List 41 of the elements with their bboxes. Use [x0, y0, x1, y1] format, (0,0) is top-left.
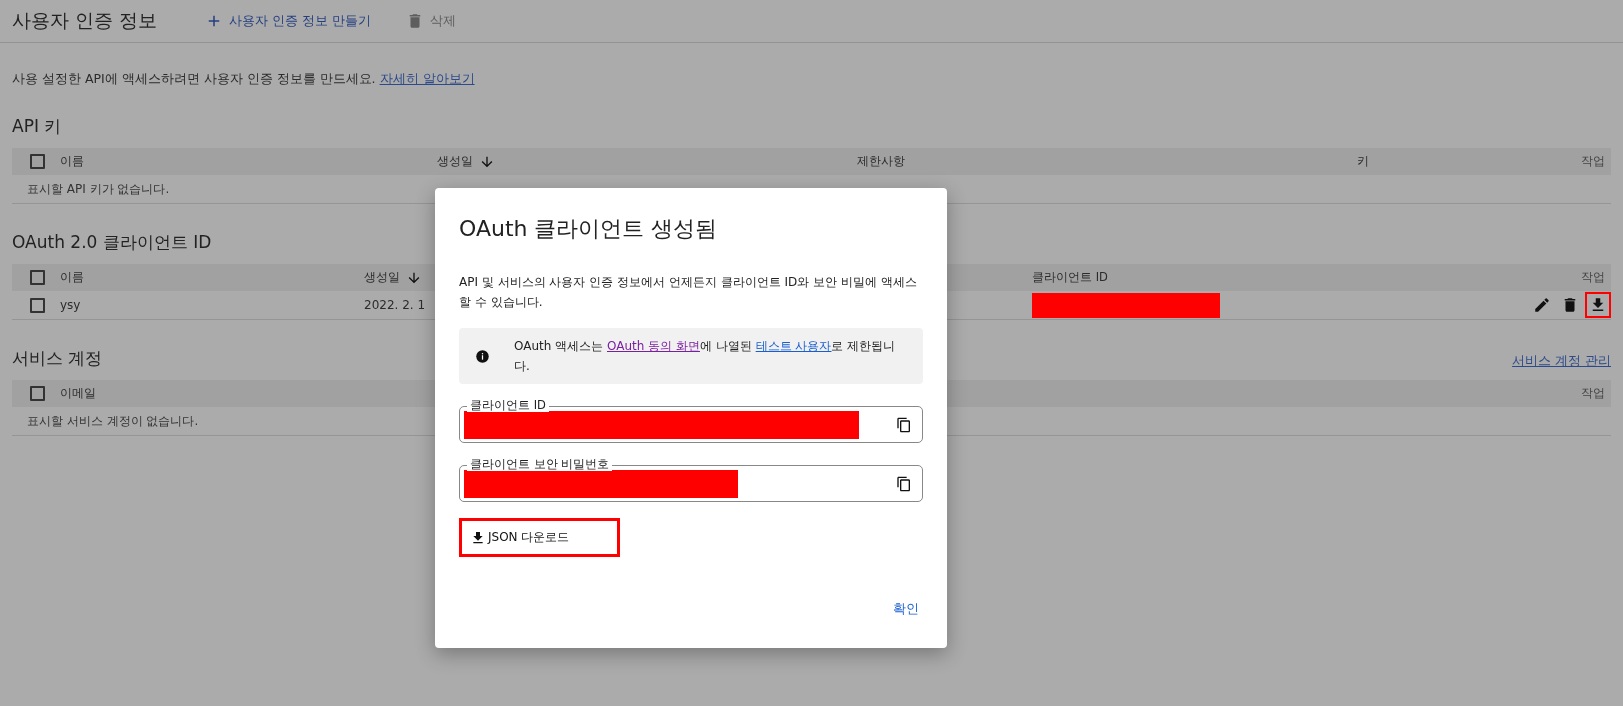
section-title: API 키 [12, 115, 62, 138]
copy-icon[interactable] [896, 416, 912, 433]
column-header: 생성일 [437, 153, 495, 170]
table-cell: 2022. 2. 1 [364, 298, 426, 312]
info-icon [475, 348, 490, 364]
json-download-button[interactable]: JSON 다운로드 [470, 527, 610, 548]
copy-icon[interactable] [896, 475, 912, 492]
section-title: 서비스 계정 [12, 347, 103, 370]
column-header: 이름 [60, 154, 84, 169]
select-all-checkbox[interactable] [30, 386, 45, 401]
confirm-button[interactable]: 확인 [889, 595, 923, 624]
column-header: 키 [1357, 154, 1369, 169]
column-header: 클라이언트 ID [1032, 270, 1108, 285]
notice-link[interactable]: OAuth 동의 화면 [607, 339, 700, 353]
section-title: OAuth 2.0 클라이언트 ID [12, 231, 212, 254]
column-header: 이름 [60, 270, 84, 285]
column-header: 작업 [1581, 386, 1605, 401]
row-checkbox[interactable] [30, 297, 45, 313]
page-title: 사용자 인증 정보 [12, 8, 158, 33]
learn-more-link[interactable]: 자세히 알아보기 [379, 71, 475, 88]
intro-text: 사용 설정한 API에 액세스하려면 사용자 인증 정보를 만드세요. [12, 71, 376, 88]
column-header: 작업 [1581, 270, 1605, 285]
table-cell: ysy [60, 298, 81, 312]
manage-service-accounts-link[interactable]: 서비스 계정 관리 [1512, 353, 1611, 370]
empty-message: 표시할 API 키가 없습니다. [27, 180, 170, 198]
notice-text: OAuth 액세스는 OAuth 동의 화면에 나열된 테스트 사용자로 제한됩니다. [514, 338, 897, 375]
field-label: 클라이언트 보안 비밀번호 [467, 457, 613, 471]
notice-link[interactable]: 테스트 사용자 [755, 339, 832, 353]
download-icon [470, 529, 486, 546]
pencil-icon[interactable] [1533, 296, 1551, 314]
select-all-checkbox[interactable] [30, 154, 45, 169]
column-header: 생성일 [364, 269, 422, 286]
dialog-title: OAuth 클라이언트 생성됨 [459, 215, 719, 243]
select-all-checkbox[interactable] [30, 270, 45, 285]
empty-message: 표시할 서비스 계정이 없습니다. [27, 412, 199, 430]
field-label: 클라이언트 ID [467, 398, 549, 412]
column-header: 이메일 [60, 386, 96, 401]
column-header: 제한사항 [857, 154, 905, 169]
create-credentials-button[interactable]: 사용자 인증 정보 만들기 [197, 12, 380, 30]
column-header: 작업 [1581, 154, 1605, 169]
dialog-description: API 및 서비스의 사용자 인증 정보에서 언제든지 클라이언트 ID와 보안 비밀에 액세스할 수 있습니다. [459, 274, 918, 311]
